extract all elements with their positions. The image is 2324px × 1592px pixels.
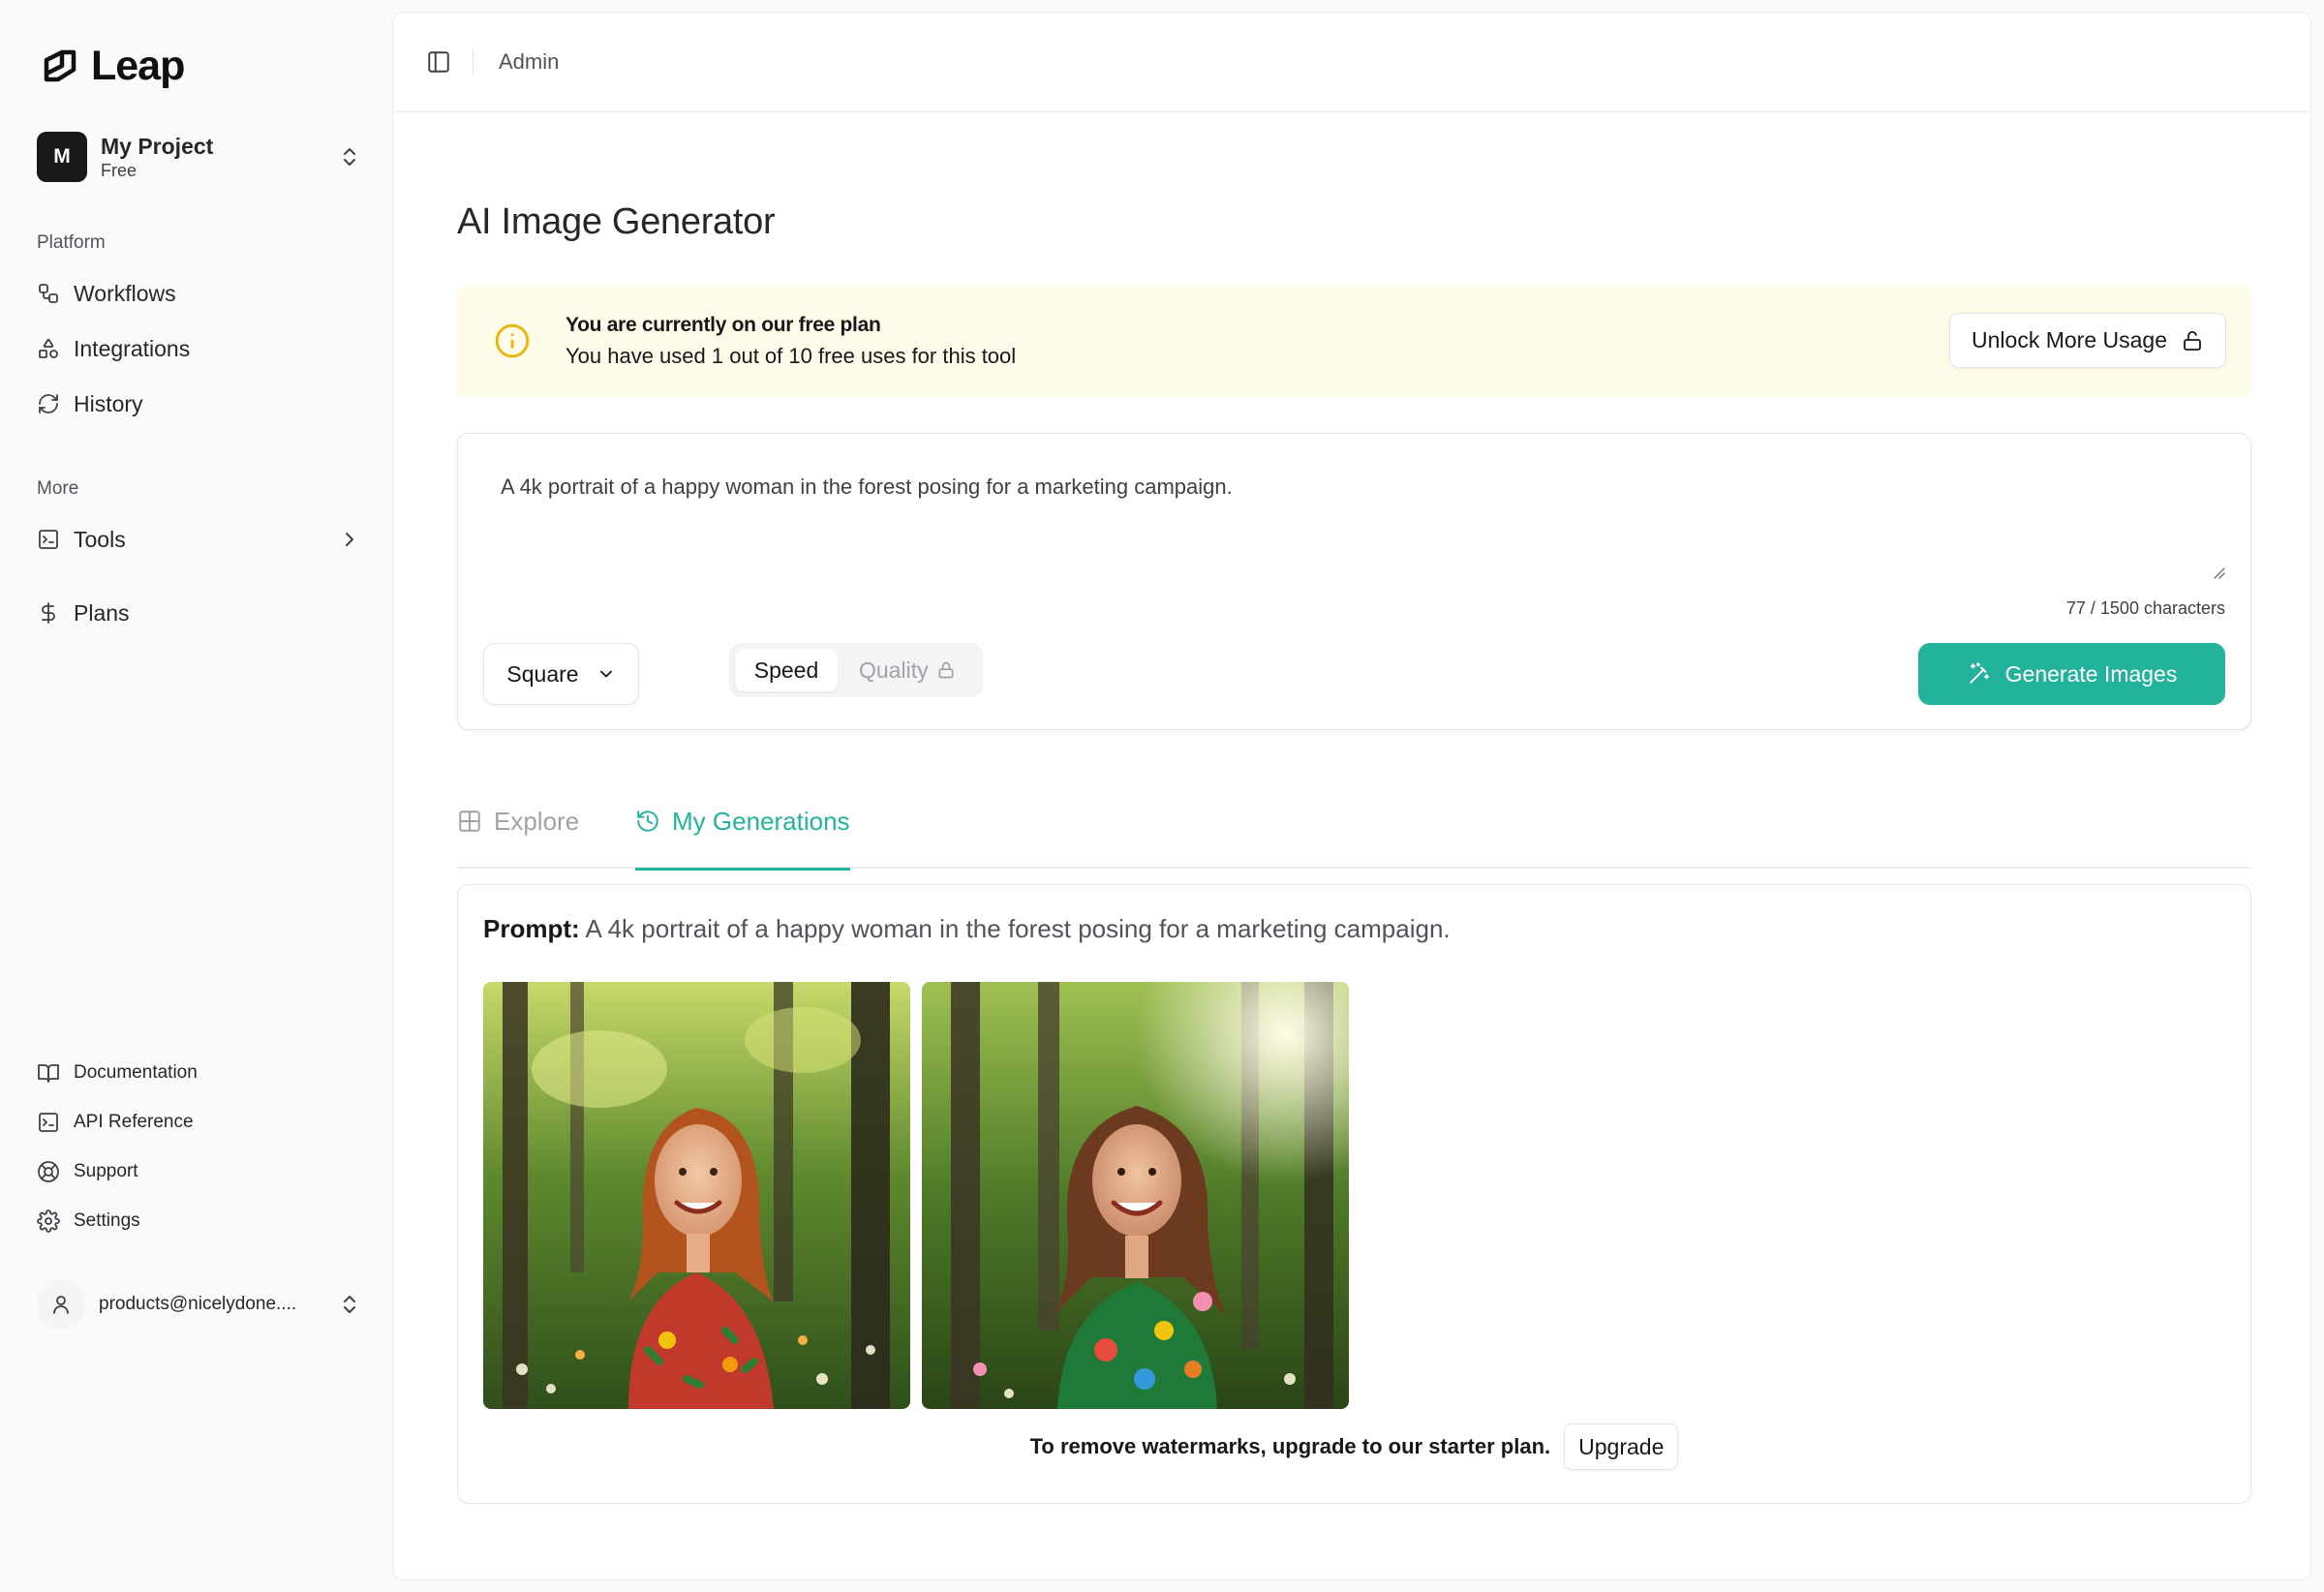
sidebar-item-label: Support bbox=[74, 1161, 138, 1181]
chevrons-up-down-icon bbox=[344, 1296, 355, 1313]
user-email: products@nicelydone.... bbox=[99, 1294, 297, 1314]
forest-portrait-image bbox=[483, 982, 910, 1409]
sidebar-item-label: Workflows bbox=[74, 280, 176, 306]
sidebar-item-label: Documentation bbox=[74, 1062, 198, 1083]
gear-icon bbox=[37, 1209, 60, 1233]
terminal-icon bbox=[39, 1113, 58, 1132]
sidebar-item-support[interactable]: Support bbox=[37, 1154, 361, 1189]
resize-handle-icon[interactable] bbox=[2212, 566, 2225, 579]
free-plan-banner: You are currently on our free plan You h… bbox=[457, 286, 2251, 397]
info-icon bbox=[495, 323, 530, 358]
prompt-text: A 4k portrait of a happy woman in the fo… bbox=[585, 914, 1451, 943]
section-label-more: More bbox=[37, 478, 79, 499]
workflow-icon bbox=[39, 284, 58, 303]
project-plan: Free bbox=[101, 161, 138, 180]
aspect-ratio-select[interactable]: Square bbox=[483, 643, 639, 705]
forest-portrait-image bbox=[922, 982, 1349, 1409]
sidebar-toggle-button[interactable] bbox=[422, 46, 455, 78]
book-icon bbox=[38, 1064, 59, 1083]
mode-quality-label: Quality bbox=[859, 657, 929, 683]
avatar bbox=[37, 1280, 85, 1329]
chevron-down-icon bbox=[599, 670, 612, 678]
main-panel: Admin AI Image Generator You are current… bbox=[392, 12, 2311, 1580]
tab-label: Explore bbox=[494, 807, 580, 836]
mode-speed-button[interactable]: Speed bbox=[735, 649, 838, 691]
banner-subtitle: You have used 1 out of 10 free uses for … bbox=[566, 344, 1017, 368]
lifebuoy-icon bbox=[38, 1161, 59, 1182]
character-count: 77 / 1500 characters bbox=[2065, 598, 2225, 618]
grid-icon bbox=[459, 811, 480, 832]
unlock-button-label: Unlock More Usage bbox=[1972, 327, 2167, 352]
project-name: My Project bbox=[101, 134, 214, 159]
tab-explore[interactable]: Explore bbox=[457, 797, 579, 869]
upgrade-button[interactable]: Upgrade bbox=[1564, 1424, 1679, 1470]
lock-icon bbox=[938, 661, 954, 679]
breadcrumb[interactable]: Admin bbox=[499, 49, 559, 75]
prompt-textarea[interactable]: A 4k portrait of a happy woman in the fo… bbox=[501, 475, 1233, 500]
magic-wand-icon bbox=[1969, 662, 1989, 684]
sidebar: Leap M My Project Free Platform Workflow… bbox=[0, 0, 392, 1592]
sidebar-item-label: Tools bbox=[74, 526, 126, 552]
prompt-card: A 4k portrait of a happy woman in the fo… bbox=[457, 433, 2251, 730]
unlock-more-usage-button[interactable]: Unlock More Usage bbox=[1949, 313, 2226, 368]
mode-quality-button[interactable]: Quality bbox=[859, 649, 956, 691]
page-title: AI Image Generator bbox=[457, 201, 776, 242]
sidebar-item-plans[interactable]: Plans bbox=[37, 594, 361, 632]
generation-result-card: Prompt: A 4k portrait of a happy woman i… bbox=[457, 884, 2251, 1504]
app-name: Leap bbox=[91, 42, 185, 89]
leap-logo-icon bbox=[44, 49, 76, 82]
sidebar-item-label: Integrations bbox=[74, 335, 191, 361]
result-prompt: Prompt: A 4k portrait of a happy woman i… bbox=[483, 914, 1451, 944]
history-icon bbox=[637, 811, 658, 832]
sidebar-item-history[interactable]: History bbox=[37, 384, 361, 423]
sidebar-item-settings[interactable]: Settings bbox=[37, 1204, 361, 1239]
user-menu[interactable]: products@nicelydone.... bbox=[37, 1280, 361, 1329]
user-icon bbox=[53, 1296, 69, 1314]
generated-image[interactable] bbox=[483, 982, 910, 1409]
lock-open-icon bbox=[2184, 330, 2201, 351]
app-logo[interactable]: Leap bbox=[41, 41, 185, 91]
generate-button-label: Generate Images bbox=[2004, 660, 2178, 687]
section-label-platform: Platform bbox=[37, 232, 106, 253]
generated-image[interactable] bbox=[922, 982, 1349, 1409]
terminal-icon bbox=[39, 530, 58, 549]
mode-toggle: Speed Quality bbox=[729, 643, 983, 697]
sidebar-item-integrations[interactable]: Integrations bbox=[37, 329, 361, 368]
topbar: Admin bbox=[393, 13, 2310, 112]
generate-images-button[interactable]: Generate Images bbox=[1918, 643, 2225, 705]
watermark-notice: To remove watermarks, upgrade to our sta… bbox=[458, 1424, 2250, 1470]
sidebar-item-documentation[interactable]: Documentation bbox=[37, 1056, 361, 1090]
sidebar-item-label: History bbox=[74, 390, 143, 416]
watermark-text: To remove watermarks, upgrade to our sta… bbox=[1029, 1434, 1551, 1458]
sidebar-item-tools[interactable]: Tools bbox=[37, 520, 361, 559]
project-avatar: M bbox=[37, 132, 87, 182]
tab-label: My Generations bbox=[672, 807, 850, 836]
sidebar-item-label: Settings bbox=[74, 1210, 140, 1231]
chevron-right-icon bbox=[346, 533, 353, 546]
sidebar-item-workflows[interactable]: Workflows bbox=[37, 274, 361, 313]
shapes-icon bbox=[39, 338, 58, 358]
tab-my-generations[interactable]: My Generations bbox=[635, 797, 850, 871]
refresh-icon bbox=[39, 394, 58, 413]
chevrons-up-down-icon bbox=[344, 148, 355, 166]
project-switcher[interactable]: M My Project Free bbox=[37, 129, 361, 185]
aspect-ratio-value: Square bbox=[506, 660, 579, 687]
result-tabs: Explore My Generations bbox=[457, 797, 2251, 871]
dollar-icon bbox=[42, 602, 55, 624]
sidebar-item-label: API Reference bbox=[74, 1112, 194, 1132]
banner-title: You are currently on our free plan bbox=[566, 314, 881, 336]
sidebar-item-api-reference[interactable]: API Reference bbox=[37, 1105, 361, 1140]
prompt-label: Prompt: bbox=[483, 914, 580, 943]
divider bbox=[473, 49, 474, 75]
panel-left-icon bbox=[428, 51, 449, 73]
sidebar-item-label: Plans bbox=[74, 599, 130, 626]
